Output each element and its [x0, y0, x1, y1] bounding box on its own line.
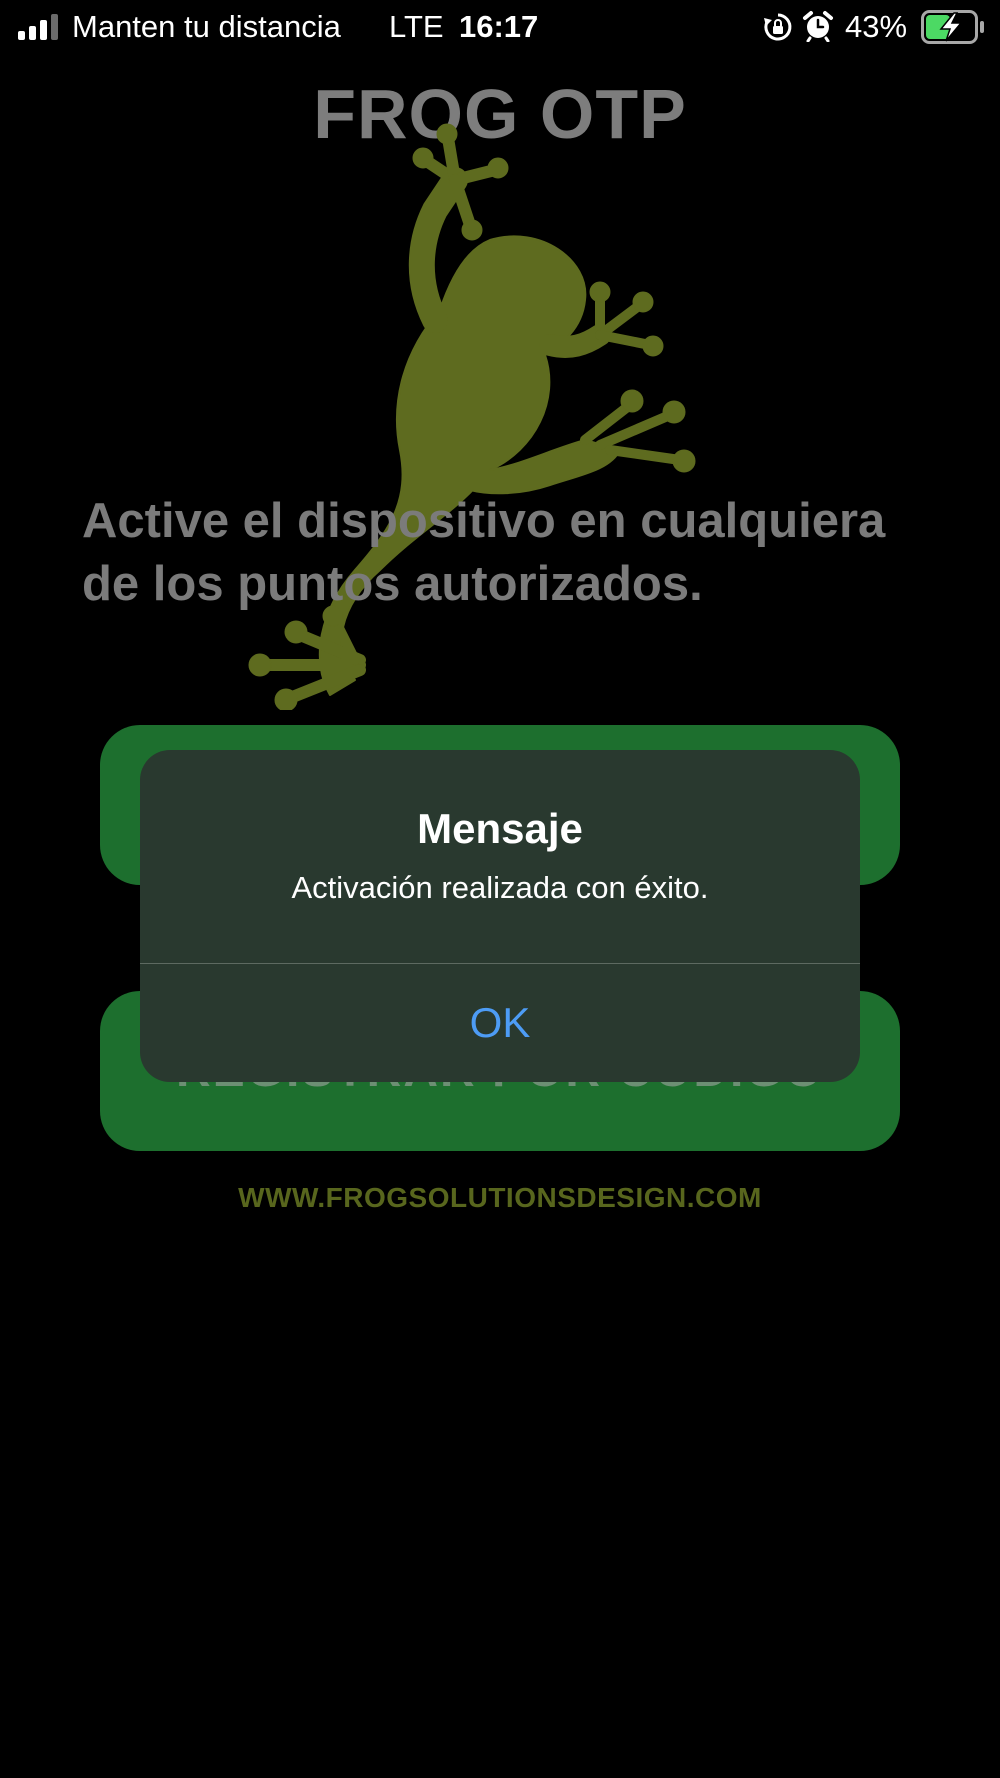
activation-instruction: Active el dispositivo en cualquiera de l… [82, 494, 886, 611]
ok-button[interactable]: OK [140, 964, 860, 1082]
alert-title: Mensaje [417, 805, 583, 852]
signal-bars-icon [18, 14, 62, 40]
frog-logo-icon [248, 123, 696, 710]
status-time: 16:17 [459, 9, 539, 44]
status-bar: Manten tu distancia LTE 16:17 43% [0, 0, 1000, 56]
carrier-name: Manten tu distancia [72, 9, 341, 44]
battery-percent: 43% [845, 9, 908, 44]
battery-charging-icon [921, 10, 984, 44]
alarm-icon [803, 11, 833, 42]
website-link[interactable]: WWW.FROGSOLUTIONSDESIGN.COM [0, 1178, 1000, 1218]
alert-dialog: Mensaje Activación realizada con éxito. … [140, 750, 860, 1082]
alert-message: Activación realizada con éxito. [291, 870, 709, 905]
rotation-lock-icon [764, 13, 792, 41]
network-type: LTE [389, 9, 444, 44]
